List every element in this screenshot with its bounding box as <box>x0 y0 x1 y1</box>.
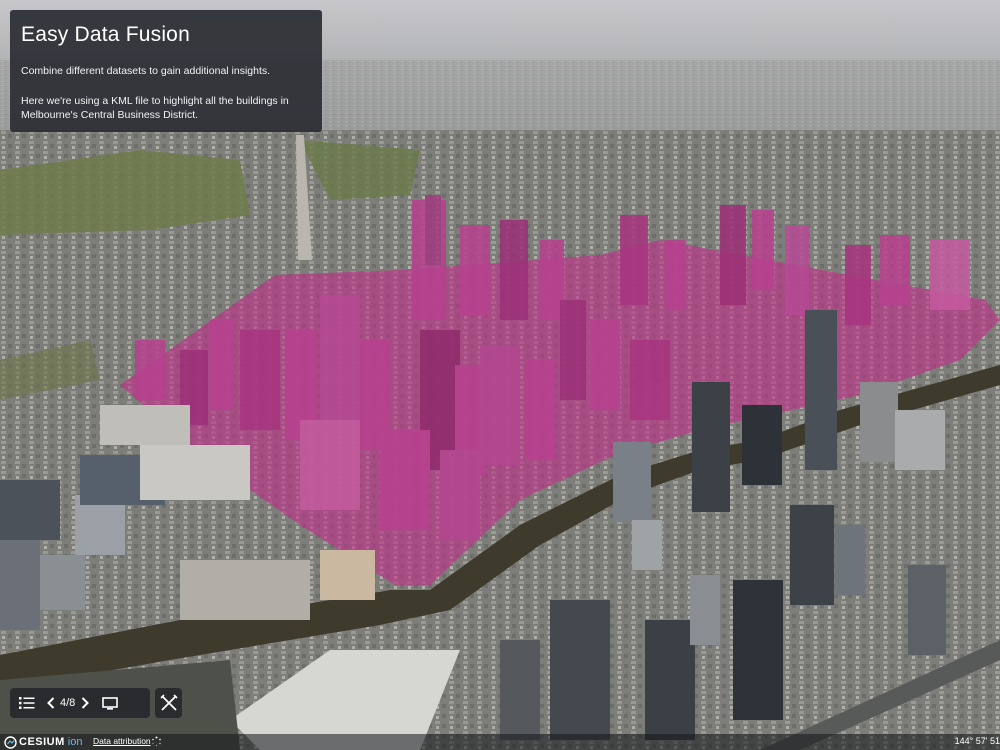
loading-spinner-icon <box>152 736 161 747</box>
panel-paragraph: Combine different datasets to gain addit… <box>21 65 271 77</box>
chevron-right-icon <box>82 697 90 709</box>
camera-coordinates: 144° 57' 51 <box>954 736 1000 746</box>
previous-button[interactable] <box>44 688 58 718</box>
page-indicator: 4/8 <box>60 697 76 709</box>
credit-bar: CESIUM ion Data attribution 144° 57' 51 <box>0 734 1000 750</box>
logo-text: CESIUM <box>19 736 65 748</box>
info-panel: Easy Data Fusion Combine different datas… <box>10 10 322 132</box>
crossed-tools-icon <box>159 694 178 711</box>
monitor-icon <box>102 696 119 710</box>
cesium-ion-logo[interactable]: CESIUM ion <box>4 735 82 749</box>
next-button[interactable] <box>77 688 93 718</box>
list-icon <box>19 697 35 709</box>
chevron-left-icon <box>47 697 55 709</box>
fullscreen-button[interactable] <box>93 688 127 718</box>
logo-suffix: ion <box>67 736 83 748</box>
panel-paragraph: Here we're using a KML file to highlight… <box>21 94 289 122</box>
story-navigation: 4/8 <box>10 688 150 718</box>
panel-title: Easy Data Fusion <box>21 23 190 46</box>
tools-button[interactable] <box>155 688 182 718</box>
menu-button[interactable] <box>10 688 44 718</box>
cesium-logo-icon <box>4 735 17 749</box>
data-attribution-link[interactable]: Data attribution <box>93 736 151 746</box>
